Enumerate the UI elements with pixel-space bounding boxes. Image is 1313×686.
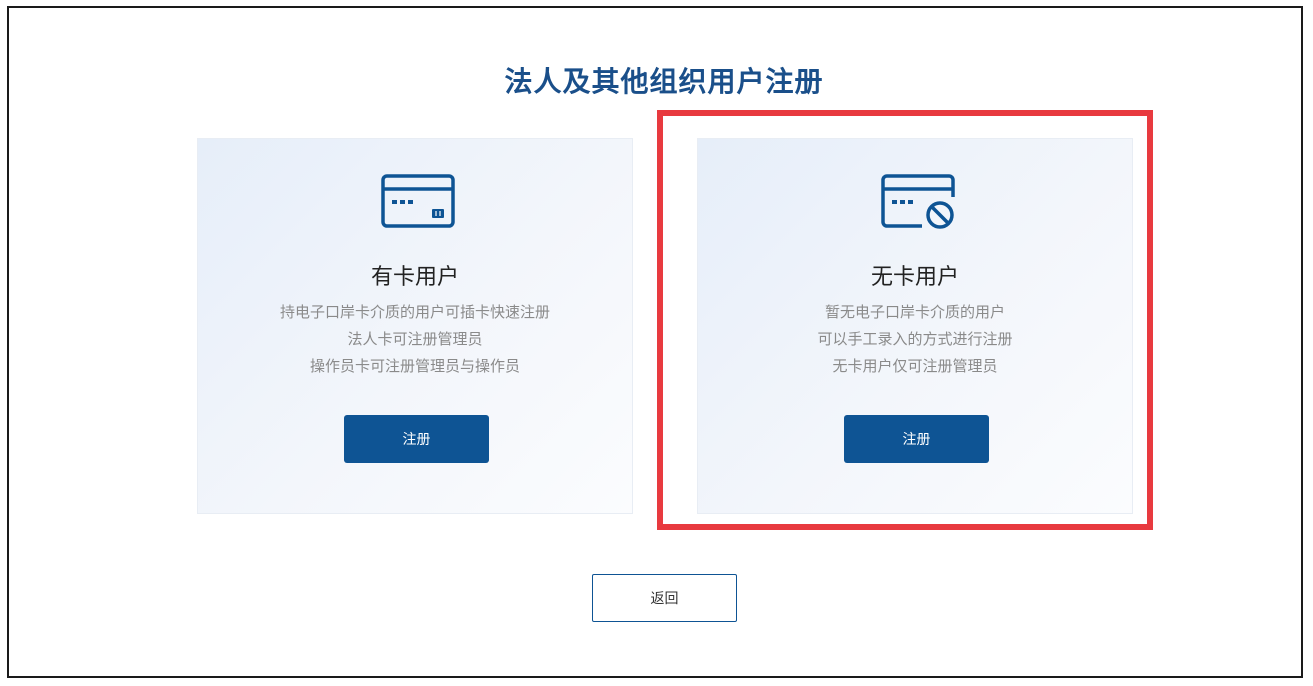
register-no-card-button[interactable]: 注册 [844, 415, 989, 463]
credit-card-icon [381, 174, 455, 228]
card-description-line: 可以手工录入的方式进行注册 [817, 330, 1013, 348]
card-title: 无卡用户 [870, 265, 959, 290]
card-description-line: 持电子口岸卡介质的用户可插卡快速注册 [279, 303, 550, 321]
card-description: 持电子口岸卡介质的用户可插卡快速注册 法人卡可注册管理员 操作员卡可注册管理员与… [198, 299, 632, 380]
card-no-card-user: 无卡用户 暂无电子口岸卡介质的用户 可以手工录入的方式进行注册 无卡用户仅可注册… [697, 138, 1133, 514]
card-with-card-user: 有卡用户 持电子口岸卡介质的用户可插卡快速注册 法人卡可注册管理员 操作员卡可注… [197, 138, 633, 514]
card-title: 有卡用户 [370, 265, 459, 290]
register-with-card-button[interactable]: 注册 [344, 415, 489, 463]
card-description: 暂无电子口岸卡介质的用户 可以手工录入的方式进行注册 无卡用户仅可注册管理员 [698, 299, 1132, 380]
card-description-line: 操作员卡可注册管理员与操作员 [309, 357, 520, 375]
page-frame: 法人及其他组织用户注册 有卡用户 持电子口岸卡介质的用户可插卡快速注册 法人卡可… [7, 6, 1303, 678]
back-button[interactable]: 返回 [592, 574, 737, 622]
card-description-line: 法人卡可注册管理员 [347, 330, 483, 348]
credit-card-disabled-icon [881, 174, 955, 229]
page-title: 法人及其他组织用户注册 [504, 65, 824, 98]
card-description-line: 暂无电子口岸卡介质的用户 [824, 303, 1005, 321]
card-description-line: 无卡用户仅可注册管理员 [832, 357, 998, 375]
